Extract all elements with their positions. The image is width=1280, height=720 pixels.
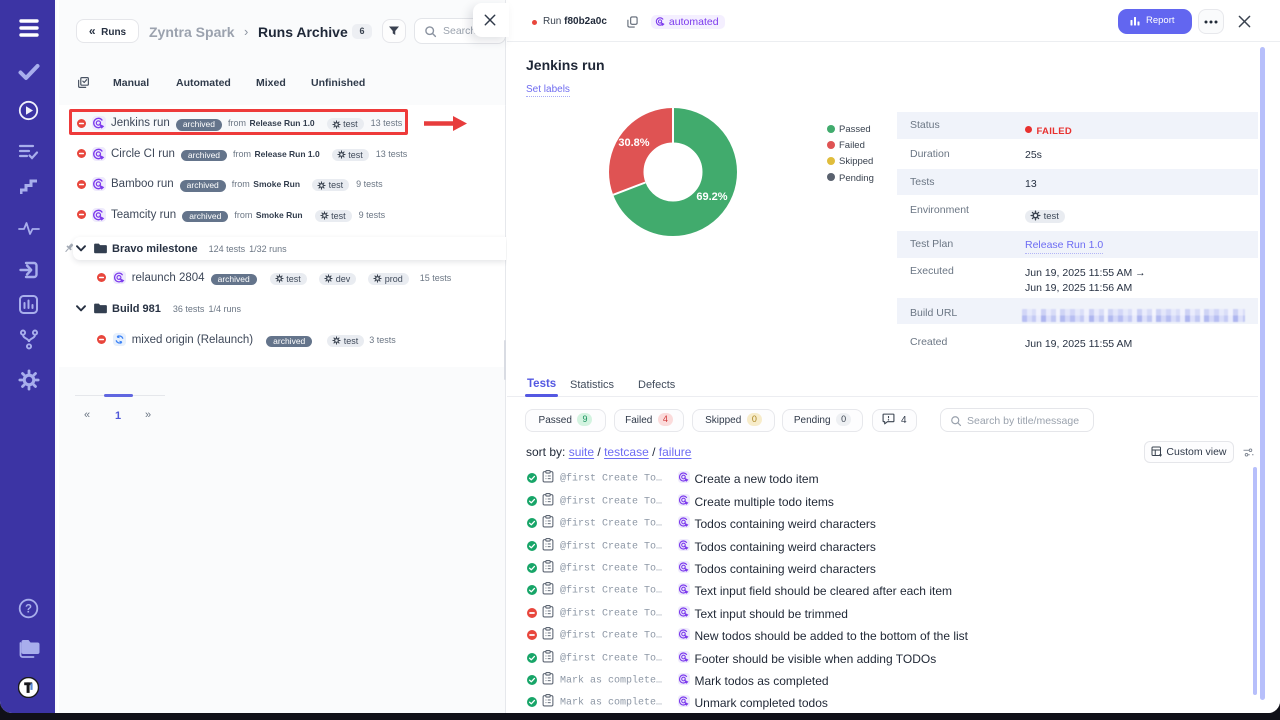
svg-text:30.8%: 30.8% — [618, 137, 649, 149]
svg-text:?: ? — [25, 604, 32, 616]
svg-text:69.2%: 69.2% — [696, 191, 727, 203]
